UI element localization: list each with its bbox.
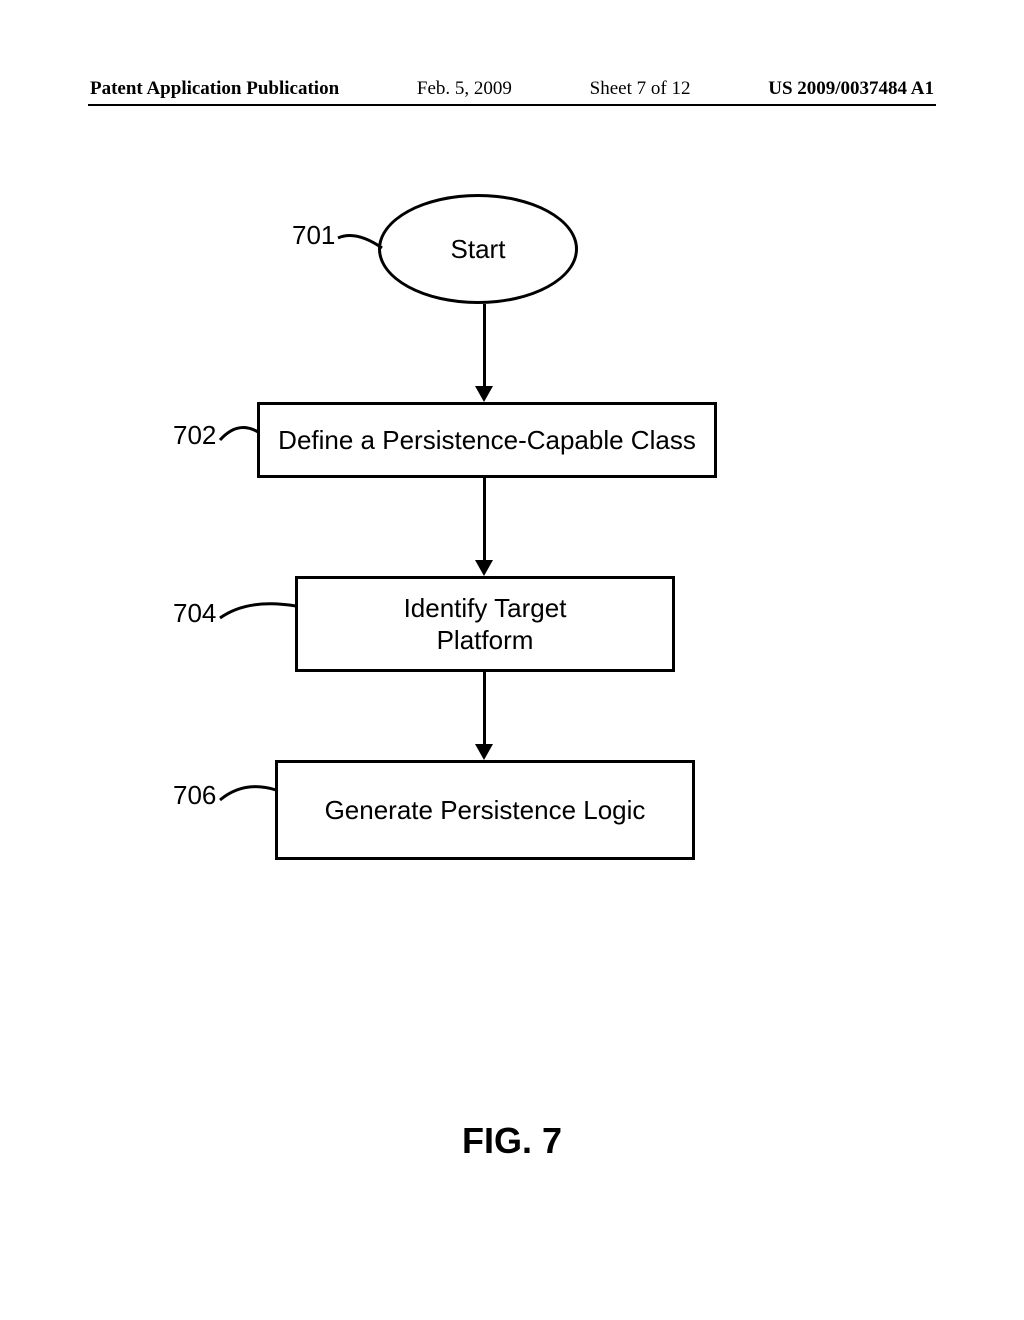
start-label: Start bbox=[451, 234, 506, 265]
arrowhead-706 bbox=[475, 744, 493, 760]
flowchart-step-706: Generate Persistence Logic bbox=[275, 760, 695, 860]
ref-706: 706 bbox=[173, 780, 216, 811]
arrow-701-702 bbox=[483, 304, 486, 388]
lead-line-702 bbox=[218, 418, 260, 444]
flowchart-step-704: Identify Target Platform bbox=[295, 576, 675, 672]
lead-line-704 bbox=[218, 596, 298, 622]
step-704-label: Identify Target Platform bbox=[404, 592, 567, 657]
lead-line-701 bbox=[336, 228, 384, 252]
arrow-704-706 bbox=[483, 672, 486, 746]
step-706-label: Generate Persistence Logic bbox=[325, 794, 646, 827]
ref-701: 701 bbox=[292, 220, 335, 251]
arrow-702-704 bbox=[483, 478, 486, 562]
step-702-label: Define a Persistence-Capable Class bbox=[278, 424, 696, 457]
arrowhead-704 bbox=[475, 560, 493, 576]
arrowhead-702 bbox=[475, 386, 493, 402]
ref-704: 704 bbox=[173, 598, 216, 629]
lead-line-706 bbox=[218, 778, 278, 804]
flowchart-start-node: Start bbox=[378, 194, 578, 304]
ref-702: 702 bbox=[173, 420, 216, 451]
flowchart-step-702: Define a Persistence-Capable Class bbox=[257, 402, 717, 478]
figure-title: FIG. 7 bbox=[0, 1120, 1024, 1162]
